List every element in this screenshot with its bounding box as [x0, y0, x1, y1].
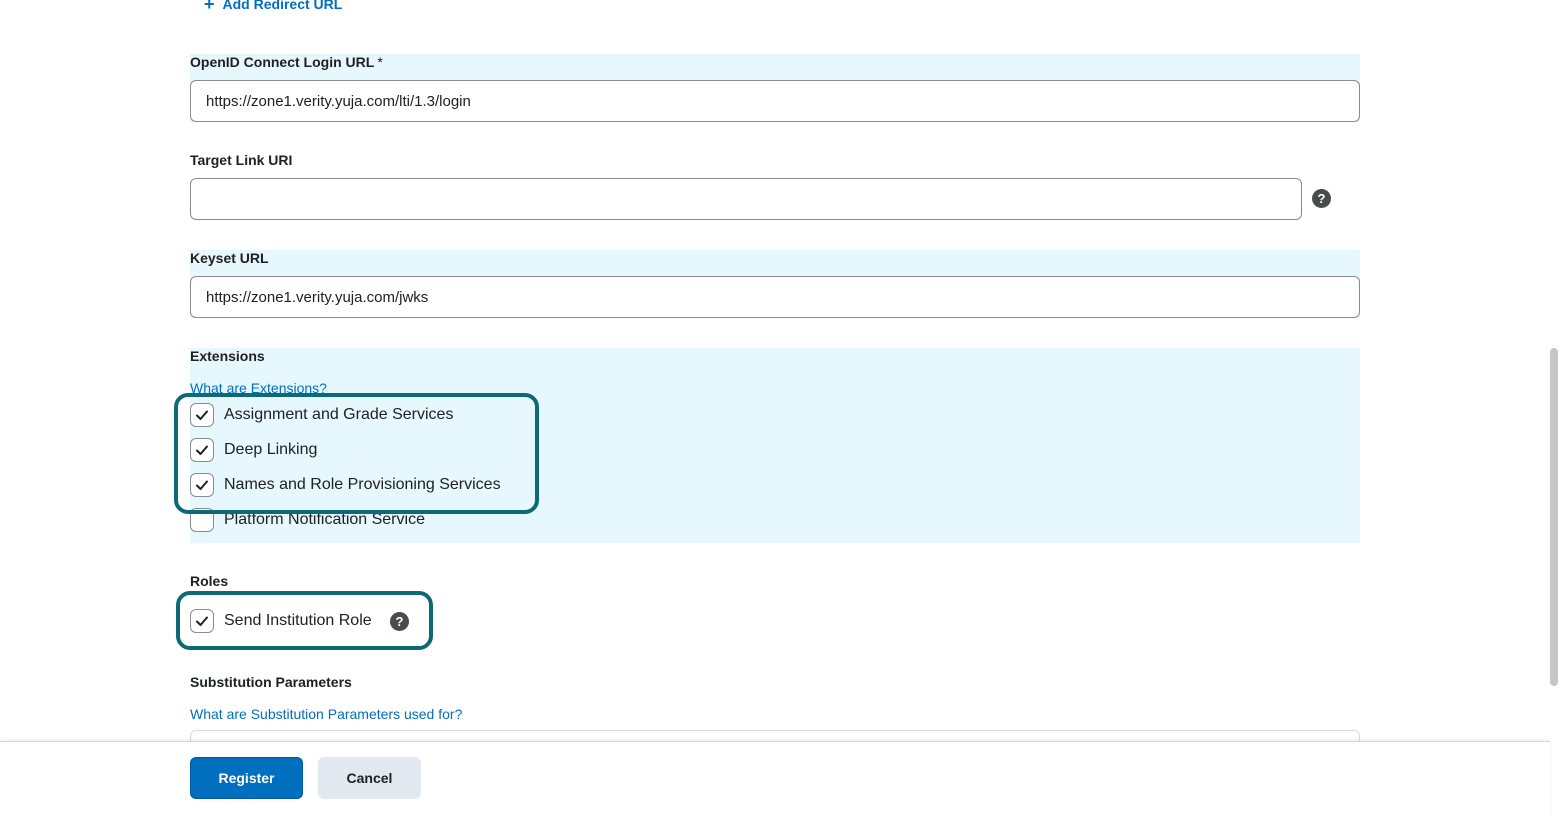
- substitution-parameters-label: Substitution Parameters: [190, 674, 352, 690]
- register-button[interactable]: Register: [190, 757, 303, 799]
- checkbox-names-role-provisioning[interactable]: Names and Role Provisioning Services: [190, 472, 501, 498]
- plus-icon: +: [204, 0, 215, 14]
- checkbox[interactable]: [190, 473, 214, 497]
- checkbox-platform-notification-service[interactable]: Platform Notification Service: [190, 507, 425, 533]
- checkbox-label: Platform Notification Service: [224, 511, 425, 528]
- checkbox[interactable]: [190, 508, 214, 532]
- checkmark-icon: [196, 410, 208, 420]
- extensions-label: Extensions: [190, 348, 265, 364]
- roles-label: Roles: [190, 573, 229, 589]
- add-redirect-url-label: Add Redirect URL: [222, 0, 343, 12]
- keyset-url-input[interactable]: [190, 276, 1360, 318]
- checkbox-label: Names and Role Provisioning Services: [224, 476, 501, 493]
- target-link-uri-label: Target Link URI: [190, 152, 293, 168]
- checkbox-deep-linking[interactable]: Deep Linking: [190, 437, 317, 463]
- add-redirect-url-link[interactable]: + Add Redirect URL: [204, 0, 342, 14]
- checkbox-label: Send Institution Role: [224, 612, 372, 629]
- checkmark-icon: [196, 616, 208, 626]
- checkbox-label: Assignment and Grade Services: [224, 406, 454, 423]
- openid-login-url-label: OpenID Connect Login URL *: [190, 54, 383, 70]
- substitution-parameters-help-link[interactable]: What are Substitution Parameters used fo…: [190, 706, 462, 722]
- checkmark-icon: [196, 480, 208, 490]
- checkbox-send-institution-role[interactable]: Send Institution Role: [190, 608, 372, 634]
- checkbox-assignment-grade-services[interactable]: Assignment and Grade Services: [190, 402, 453, 428]
- checkbox[interactable]: [190, 609, 214, 633]
- openid-login-url-input[interactable]: [190, 80, 1360, 122]
- checkbox[interactable]: [190, 438, 214, 462]
- question-circle-icon[interactable]: ?: [1312, 189, 1331, 208]
- page-scrollbar[interactable]: [1550, 348, 1558, 686]
- cancel-button[interactable]: Cancel: [318, 757, 421, 799]
- checkbox[interactable]: [190, 403, 214, 427]
- question-circle-icon[interactable]: ?: [390, 612, 409, 631]
- what-are-extensions-link[interactable]: What are Extensions?: [190, 380, 327, 396]
- target-link-uri-input[interactable]: [190, 178, 1302, 220]
- keyset-url-label: Keyset URL: [190, 250, 269, 266]
- checkbox-label: Deep Linking: [224, 441, 318, 458]
- checkmark-icon: [196, 445, 208, 455]
